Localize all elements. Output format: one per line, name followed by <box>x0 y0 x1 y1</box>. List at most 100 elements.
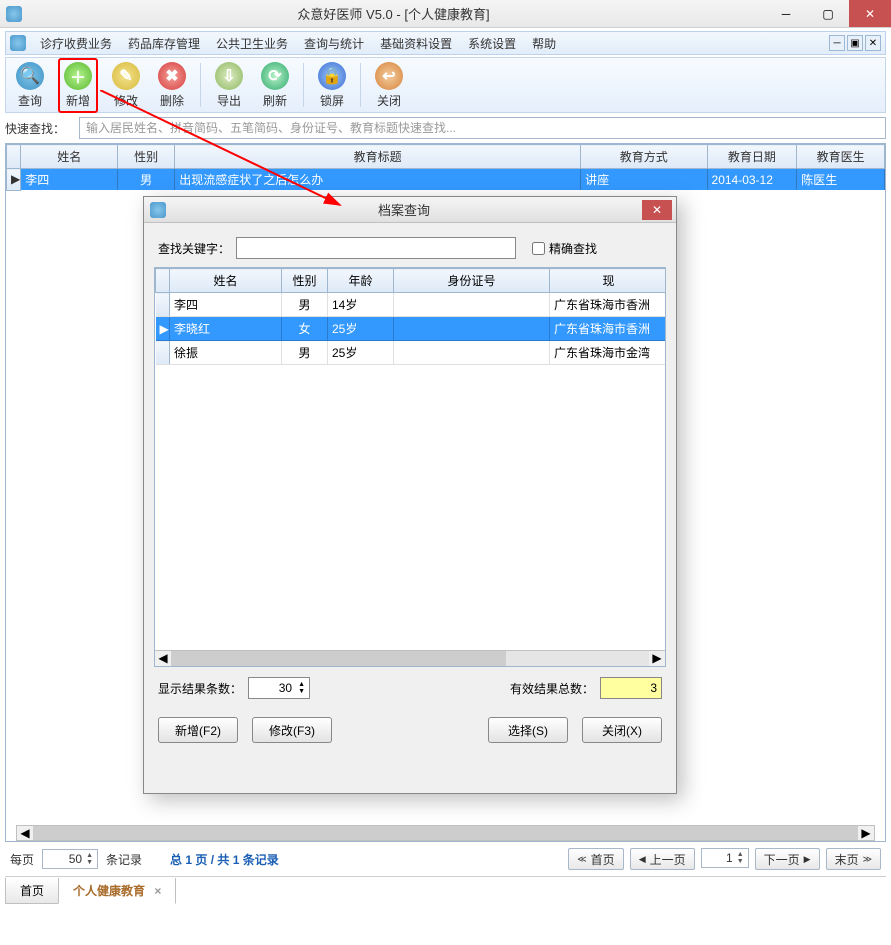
spin-down-icon[interactable]: ▼ <box>737 858 744 865</box>
records-label: 条记录 <box>106 851 142 868</box>
col-date-header[interactable]: 教育日期 <box>707 145 797 169</box>
exact-search-checkbox[interactable]: 精确查找 <box>532 240 597 257</box>
lock-icon: 🔒 <box>318 62 346 90</box>
col-title-header[interactable]: 教育标题 <box>175 145 581 169</box>
toolbar-refresh-button[interactable]: ⟳ 刷新 <box>257 60 293 111</box>
toolbar-export-button[interactable]: ⇩ 导出 <box>211 60 247 111</box>
menu-query-stats[interactable]: 查询与统计 <box>296 33 372 54</box>
prev-page-button[interactable]: ◀上一页 <box>630 848 695 870</box>
menu-inventory[interactable]: 药品库存管理 <box>120 33 208 54</box>
keyword-input[interactable] <box>236 237 516 259</box>
toolbar-query-button[interactable]: 🔍 查询 <box>12 60 48 111</box>
col-doctor-header[interactable]: 教育医生 <box>797 145 885 169</box>
dialog-titlebar[interactable]: 档案查询 ✕ <box>144 197 676 223</box>
close-icon: ↩ <box>375 62 403 90</box>
dcol-addr-header[interactable]: 现 <box>550 269 667 293</box>
search-icon: 🔍 <box>16 62 44 90</box>
scroll-right-arrow[interactable]: ▶ <box>858 826 874 840</box>
spin-down-icon[interactable]: ▼ <box>86 859 93 866</box>
table-row[interactable]: ▶ 李晓红 女 25岁 广东省珠海市香洲 <box>156 317 667 341</box>
menu-basic-data[interactable]: 基础资料设置 <box>372 33 460 54</box>
menu-public-health[interactable]: 公共卫生业务 <box>208 33 296 54</box>
table-row[interactable]: 李四 男 14岁 广东省珠海市香洲 <box>156 293 667 317</box>
menu-system[interactable]: 系统设置 <box>460 33 524 54</box>
mdi-close-button[interactable]: ✕ <box>865 35 881 51</box>
mdi-restore-button[interactable]: ▣ <box>847 35 863 51</box>
dialog-edit-button[interactable]: 修改(F3) <box>252 717 332 743</box>
horizontal-scrollbar[interactable]: ◀ ▶ <box>16 825 875 841</box>
scroll-left-arrow[interactable]: ◀ <box>17 826 33 840</box>
table-row[interactable]: 徐振 男 25岁 广东省珠海市金湾 <box>156 341 667 365</box>
col-sex-header[interactable]: 性别 <box>118 145 175 169</box>
toolbar: 🔍 查询 ＋ 新增 ✎ 修改 ✖ 删除 ⇩ 导出 ⟳ 刷新 🔒 锁屏 ↩ 关闭 <box>5 57 886 113</box>
valid-count-field: 3 <box>600 677 662 699</box>
document-tabs: 首页 个人健康教育 × <box>5 876 886 903</box>
window-titlebar: 众意好医师 V5.0 - [个人健康教育] ─ ▢ ✕ <box>0 0 891 28</box>
row-marker-header <box>156 269 170 293</box>
dcell-age: 14岁 <box>328 293 394 317</box>
next-page-button[interactable]: 下一页▶ <box>755 848 820 870</box>
dialog-button-row: 新增(F2) 修改(F3) 选择(S) 关闭(X) <box>144 709 676 755</box>
row-marker: ▶ <box>7 169 21 191</box>
dialog-icon <box>150 202 166 218</box>
dialog-close-button[interactable]: ✕ <box>642 200 672 220</box>
window-minimize-button[interactable]: ─ <box>765 0 807 27</box>
window-close-button[interactable]: ✕ <box>849 0 891 27</box>
dialog-table-container: 姓名 性别 年龄 身份证号 现 李四 男 14岁 广东省珠海市香洲 ▶ <box>154 267 666 667</box>
dialog-horizontal-scrollbar[interactable]: ◀ ▶ <box>155 650 665 666</box>
dcell-addr: 广东省珠海市金湾 <box>550 341 667 365</box>
spin-down-icon[interactable]: ▼ <box>298 688 305 695</box>
display-count-spinner[interactable]: 30 ▲▼ <box>248 677 310 699</box>
page-summary: 总 1 页 / 共 1 条记录 <box>170 851 279 868</box>
tab-close-icon[interactable]: × <box>154 884 161 898</box>
spin-up-icon[interactable]: ▲ <box>86 852 93 859</box>
main-table: 姓名 性别 教育标题 教育方式 教育日期 教育医生 ▶ 李四 男 出现流感症状了… <box>6 144 885 191</box>
dcol-sex-header[interactable]: 性别 <box>282 269 328 293</box>
scroll-right-arrow[interactable]: ▶ <box>649 651 665 666</box>
spin-up-icon[interactable]: ▲ <box>737 851 744 858</box>
toolbar-close-button[interactable]: ↩ 关闭 <box>371 60 407 111</box>
dcol-name-header[interactable]: 姓名 <box>170 269 282 293</box>
quick-search-input[interactable] <box>79 117 886 139</box>
valid-count-label: 有效结果总数： <box>510 680 594 697</box>
last-page-button[interactable]: 末页≫ <box>826 848 881 870</box>
dialog-add-button[interactable]: 新增(F2) <box>158 717 238 743</box>
col-name-header[interactable]: 姓名 <box>21 145 118 169</box>
dialog-title: 档案查询 <box>166 200 642 219</box>
scroll-thumb[interactable] <box>33 826 858 840</box>
scroll-thumb[interactable] <box>171 651 506 666</box>
spin-up-icon[interactable]: ▲ <box>298 681 305 688</box>
window-maximize-button[interactable]: ▢ <box>807 0 849 27</box>
exact-checkbox-input[interactable] <box>532 242 545 255</box>
first-page-button[interactable]: ≪首页 <box>568 848 623 870</box>
dcell-sex: 男 <box>282 341 328 365</box>
per-page-spinner[interactable]: 50 ▲▼ <box>42 849 98 869</box>
menubar: 诊疗收费业务 药品库存管理 公共卫生业务 查询与统计 基础资料设置 系统设置 帮… <box>5 31 886 55</box>
scroll-left-arrow[interactable]: ◀ <box>155 651 171 666</box>
toolbar-add-button[interactable]: ＋ 新增 <box>58 58 98 113</box>
menubar-icon <box>10 35 26 51</box>
dialog-close-button-2[interactable]: 关闭(X) <box>582 717 662 743</box>
app-icon <box>6 6 22 22</box>
dcell-name: 李四 <box>170 293 282 317</box>
dialog-select-button[interactable]: 选择(S) <box>488 717 568 743</box>
menu-help[interactable]: 帮助 <box>524 33 564 54</box>
delete-icon: ✖ <box>158 62 186 90</box>
cell-date: 2014-03-12 <box>707 169 797 191</box>
tab-health-education[interactable]: 个人健康教育 × <box>58 878 176 904</box>
mdi-minimize-button[interactable]: ─ <box>829 35 845 51</box>
toolbar-lock-button[interactable]: 🔒 锁屏 <box>314 60 350 111</box>
menu-billing[interactable]: 诊疗收费业务 <box>32 33 120 54</box>
toolbar-delete-button[interactable]: ✖ 删除 <box>154 60 190 111</box>
dcell-name: 李晓红 <box>170 317 282 341</box>
per-page-label: 每页 <box>10 851 34 868</box>
dcol-id-header[interactable]: 身份证号 <box>394 269 550 293</box>
dialog-table: 姓名 性别 年龄 身份证号 现 李四 男 14岁 广东省珠海市香洲 ▶ <box>155 268 666 365</box>
page-number-spinner[interactable]: 1 ▲▼ <box>701 848 749 868</box>
tab-home[interactable]: 首页 <box>5 878 59 904</box>
refresh-icon: ⟳ <box>261 62 289 90</box>
toolbar-edit-button[interactable]: ✎ 修改 <box>108 60 144 111</box>
col-method-header[interactable]: 教育方式 <box>581 145 707 169</box>
table-row[interactable]: ▶ 李四 男 出现流感症状了之后怎么办 讲座 2014-03-12 陈医生 <box>7 169 885 191</box>
dcol-age-header[interactable]: 年龄 <box>328 269 394 293</box>
